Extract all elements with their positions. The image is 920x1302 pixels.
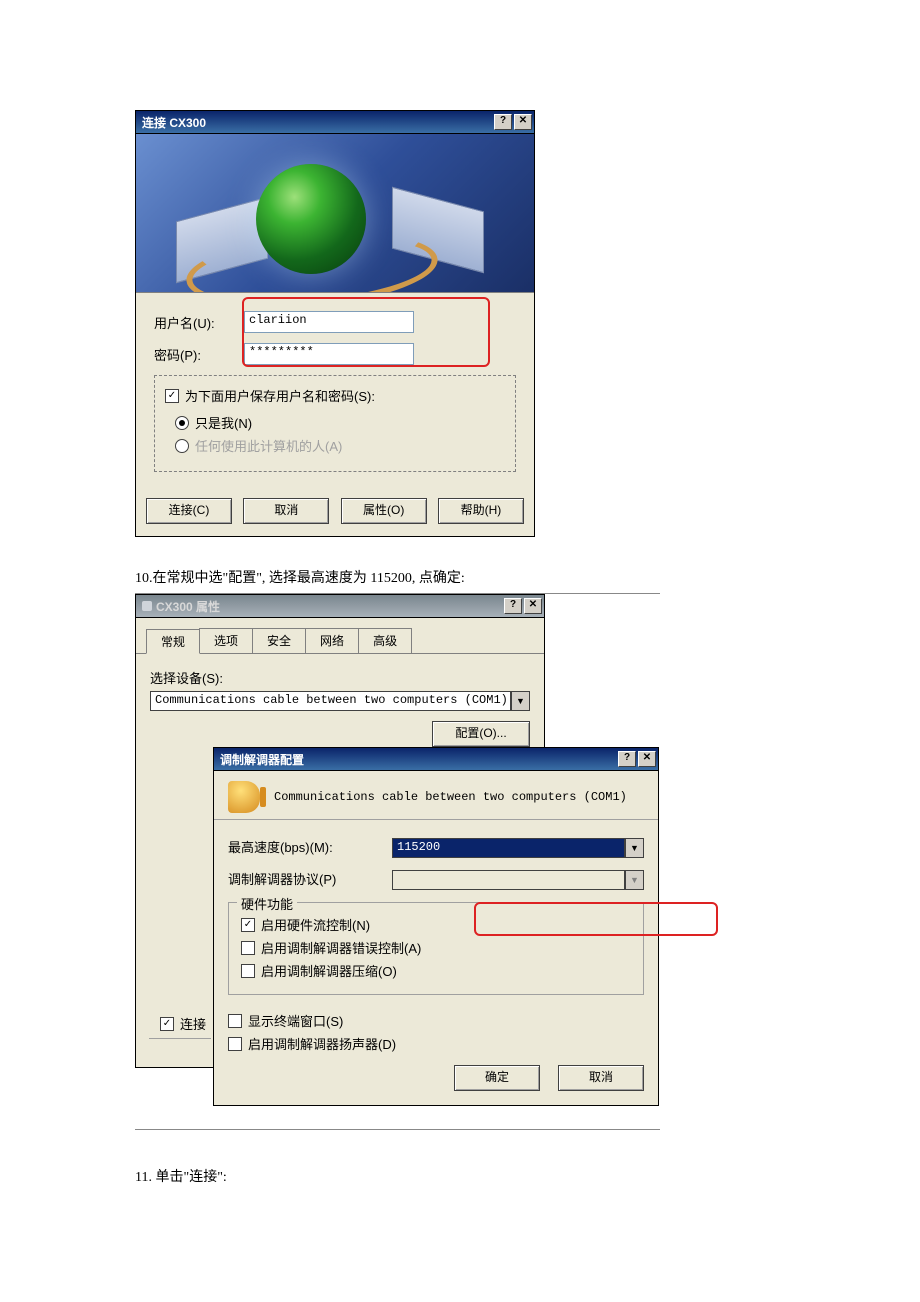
group-border-stub — [149, 1038, 211, 1039]
titlebar[interactable]: CX300 属性 ? ✕ — [136, 595, 544, 618]
titlebar[interactable]: 调制解调器配置 ? ✕ — [214, 748, 658, 771]
help-button[interactable]: 帮助(H) — [438, 498, 524, 524]
username-label: 用户名(U): — [154, 313, 244, 332]
speaker-checkbox[interactable] — [228, 1037, 242, 1051]
username-field[interactable]: clariion — [244, 311, 414, 333]
tab-network[interactable]: 网络 — [305, 628, 359, 653]
close-icon[interactable]: ✕ — [524, 598, 542, 614]
device-value: Communications cable between two compute… — [150, 691, 511, 711]
modem-error-label: 启用调制解调器错误控制(A) — [261, 938, 421, 957]
modem-error-checkbox[interactable] — [241, 941, 255, 955]
tab-general[interactable]: 常规 — [146, 629, 200, 654]
select-device-label: 选择设备(S): — [150, 668, 530, 687]
protocol-value — [392, 870, 625, 890]
protocol-label: 调制解调器协议(P) — [228, 869, 392, 888]
close-icon[interactable]: ✕ — [638, 751, 656, 767]
chevron-down-icon[interactable]: ▼ — [511, 691, 530, 711]
tab-security[interactable]: 安全 — [252, 628, 306, 653]
step-11-caption: 11. 单击"连接": — [135, 1166, 785, 1186]
connect-dialog: 连接 CX300 ? ✕ 用户名(U): clariion 密码(P): ***… — [135, 110, 535, 537]
hw-flow-checkbox[interactable]: ✓ — [241, 918, 255, 932]
show-terminal-label: 显示终端窗口(S) — [248, 1011, 343, 1030]
dialog-title: 连接 CX300 — [142, 114, 206, 131]
modem-config-dialog: 调制解调器配置 ? ✕ Communications cable between… — [213, 747, 659, 1106]
password-field[interactable]: ********* — [244, 343, 414, 365]
ok-button[interactable]: 确定 — [454, 1065, 540, 1091]
chevron-down-icon: ▼ — [625, 870, 644, 890]
help-icon[interactable]: ? — [494, 114, 512, 130]
hardware-group-legend: 硬件功能 — [237, 894, 297, 913]
properties-area: CX300 属性 ? ✕ 常规 选项 安全 网络 高级 选择设备(S): Com… — [135, 593, 660, 1130]
step-10-caption: 10.在常规中选"配置", 选择最高速度为 115200, 点确定: — [135, 567, 785, 587]
properties-button[interactable]: 属性(O) — [341, 498, 427, 524]
help-icon[interactable]: ? — [504, 598, 522, 614]
anyone-label: 任何使用此计算机的人(A) — [195, 436, 342, 455]
modem-device-name: Communications cable between two compute… — [274, 790, 627, 804]
cancel-button[interactable]: 取消 — [243, 498, 329, 524]
tab-options[interactable]: 选项 — [199, 628, 253, 653]
save-credentials-label: 为下面用户保存用户名和密码(S): — [185, 386, 375, 405]
connect-check-label: 连接 — [180, 1014, 206, 1033]
modem-icon — [228, 781, 260, 813]
tabs-bar: 常规 选项 安全 网络 高级 — [136, 618, 544, 654]
tab-advanced[interactable]: 高级 — [358, 628, 412, 653]
only-me-radio[interactable] — [175, 416, 189, 430]
connect-checkbox[interactable]: ✓ — [160, 1017, 174, 1031]
speaker-label: 启用调制解调器扬声器(D) — [248, 1034, 396, 1053]
dialog-title: CX300 属性 — [156, 598, 220, 615]
show-terminal-checkbox[interactable] — [228, 1014, 242, 1028]
anyone-radio — [175, 439, 189, 453]
chevron-down-icon[interactable]: ▼ — [625, 838, 644, 858]
device-dropdown[interactable]: Communications cable between two compute… — [150, 691, 530, 711]
only-me-label: 只是我(N) — [195, 413, 252, 432]
cancel-button[interactable]: 取消 — [558, 1065, 644, 1091]
max-speed-dropdown[interactable]: 115200 ▼ — [392, 838, 644, 858]
titlebar[interactable]: 连接 CX300 ? ✕ — [136, 111, 534, 134]
max-speed-label: 最高速度(bps)(M): — [228, 837, 392, 856]
dialog-title: 调制解调器配置 — [220, 751, 304, 768]
save-credentials-group: ✓ 为下面用户保存用户名和密码(S): 只是我(N) 任何使用此计算机的人(A) — [154, 375, 516, 472]
max-speed-value: 115200 — [392, 838, 625, 858]
protocol-dropdown: ▼ — [392, 870, 644, 890]
configure-button[interactable]: 配置(O)... — [432, 721, 530, 747]
hardware-features-group: 硬件功能 ✓ 启用硬件流控制(N) 启用调制解调器错误控制(A) 启用调制解调器… — [228, 902, 644, 995]
save-credentials-checkbox[interactable]: ✓ — [165, 389, 179, 403]
modem-compress-checkbox[interactable] — [241, 964, 255, 978]
close-icon[interactable]: ✕ — [514, 114, 532, 130]
connect-button[interactable]: 连接(C) — [146, 498, 232, 524]
password-label: 密码(P): — [154, 345, 244, 364]
hw-flow-label: 启用硬件流控制(N) — [261, 915, 370, 934]
modem-compress-label: 启用调制解调器压缩(O) — [261, 961, 397, 980]
help-icon[interactable]: ? — [618, 751, 636, 767]
connection-banner — [136, 134, 534, 293]
